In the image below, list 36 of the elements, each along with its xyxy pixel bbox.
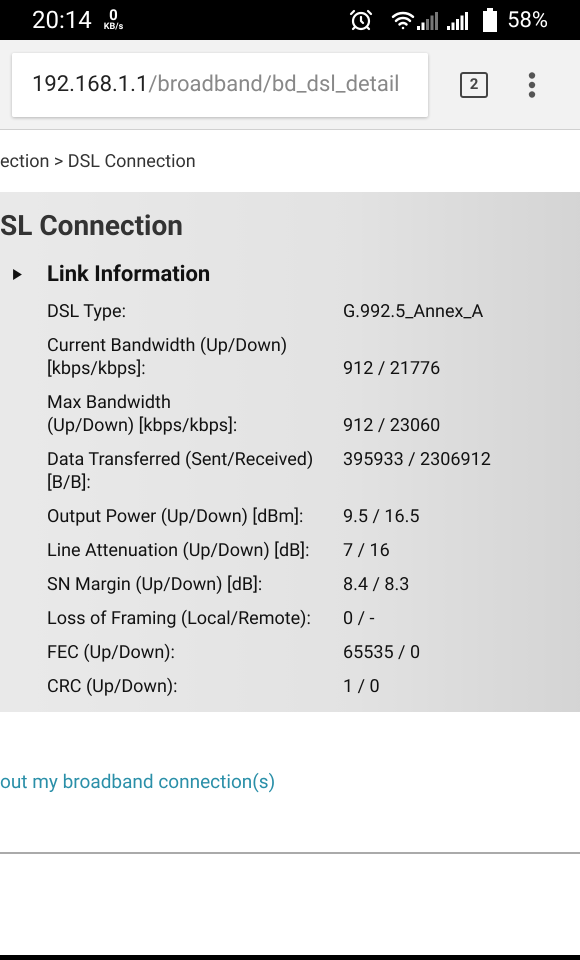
broadband-connection-link[interactable]: out my broadband connection(s) [0, 768, 276, 796]
menu-icon[interactable] [528, 72, 536, 98]
breadcrumb: ection > DSL Connection [0, 150, 196, 174]
signal-icon [417, 10, 440, 30]
field-label: Data Transferred (Sent/Received) [B/B]: [47, 448, 314, 494]
panel-title: SL Connection [0, 208, 184, 244]
field-label: CRC (Up/Down): [47, 675, 179, 698]
field-value: 7 / 16 [343, 539, 390, 562]
network-speed-value: 0 [109, 8, 118, 23]
field-value: 912 / 23060 [343, 414, 440, 437]
collapsed-icon[interactable] [12, 268, 23, 280]
field-value: G.992.5_Annex_A [343, 300, 484, 323]
address-bar[interactable]: 192.168.1.1/broadband/bd_dsl_detail [12, 52, 428, 116]
field-value: 8.4 / 8.3 [343, 573, 410, 596]
field-value: 9.5 / 16.5 [343, 505, 420, 528]
field-label: Line Attenuation (Up/Down) [dB]: [47, 539, 310, 562]
field-label: DSL Type: [47, 300, 127, 323]
field-label: Output Power (Up/Down) [dBm]: [47, 505, 304, 528]
network-speed-unit: KB/s [104, 23, 124, 32]
battery-icon [483, 8, 498, 32]
field-label: FEC (Up/Down): [47, 641, 176, 664]
field-value: 912 / 21776 [343, 357, 440, 380]
section-title: Link Information [47, 260, 210, 288]
field-value: 65535 / 0 [343, 641, 420, 664]
field-label: Max Bandwidth (Up/Down) [kbps/kbps]: [47, 391, 238, 437]
field-label: SN Margin (Up/Down) [dB]: [47, 573, 264, 596]
field-value: 0 / - [343, 607, 374, 630]
battery-percent: 58% [507, 6, 548, 34]
field-label: Current Bandwidth (Up/Down) [kbps/kbps]: [47, 334, 288, 380]
clock-time: 20:14 [32, 5, 92, 36]
signal-icon [447, 10, 470, 30]
alarm-icon [349, 8, 374, 32]
tab-count-button[interactable]: 2 [460, 72, 488, 98]
field-value: 395933 / 2306912 [343, 448, 491, 471]
field-label: Loss of Framing (Local/Remote): [47, 607, 312, 630]
field-value: 1 / 0 [343, 675, 380, 698]
